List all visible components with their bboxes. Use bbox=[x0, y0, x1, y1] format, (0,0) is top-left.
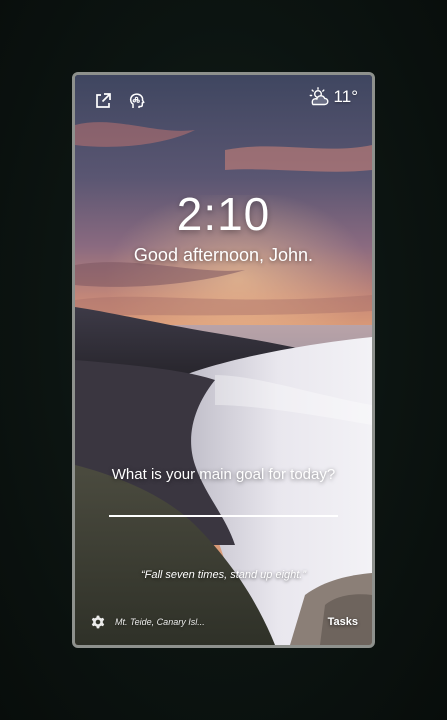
footer-bar: Mt. Teide, Canary Isl... Tasks bbox=[89, 613, 358, 631]
focus-question: What is your main goal for today? bbox=[111, 466, 336, 483]
clock-time: 2:10 bbox=[176, 188, 271, 240]
gear-icon bbox=[91, 615, 105, 629]
weather-widget[interactable]: 11° bbox=[308, 87, 358, 107]
daily-quote[interactable]: “Fall seven times, stand up eight.” bbox=[75, 569, 372, 581]
overlay-layer: 11° 2:10 Good afternoon, John. What is y… bbox=[75, 75, 372, 645]
app-window: 11° 2:10 Good afternoon, John. What is y… bbox=[72, 72, 375, 648]
share-link-button[interactable] bbox=[93, 91, 113, 111]
photo-location[interactable]: Mt. Teide, Canary Isl... bbox=[115, 617, 205, 627]
focus-mode-button[interactable] bbox=[127, 91, 147, 111]
tasks-button[interactable]: Tasks bbox=[328, 616, 358, 628]
temperature-label: 11° bbox=[333, 87, 358, 106]
top-left-toolbar bbox=[93, 91, 147, 111]
greeting-text: Good afternoon, John. bbox=[133, 245, 314, 265]
focus-input[interactable] bbox=[109, 495, 338, 517]
partly-cloudy-icon bbox=[309, 87, 329, 106]
head-brain-icon bbox=[129, 93, 145, 108]
settings-button[interactable] bbox=[89, 613, 107, 631]
external-link-icon bbox=[96, 93, 111, 108]
